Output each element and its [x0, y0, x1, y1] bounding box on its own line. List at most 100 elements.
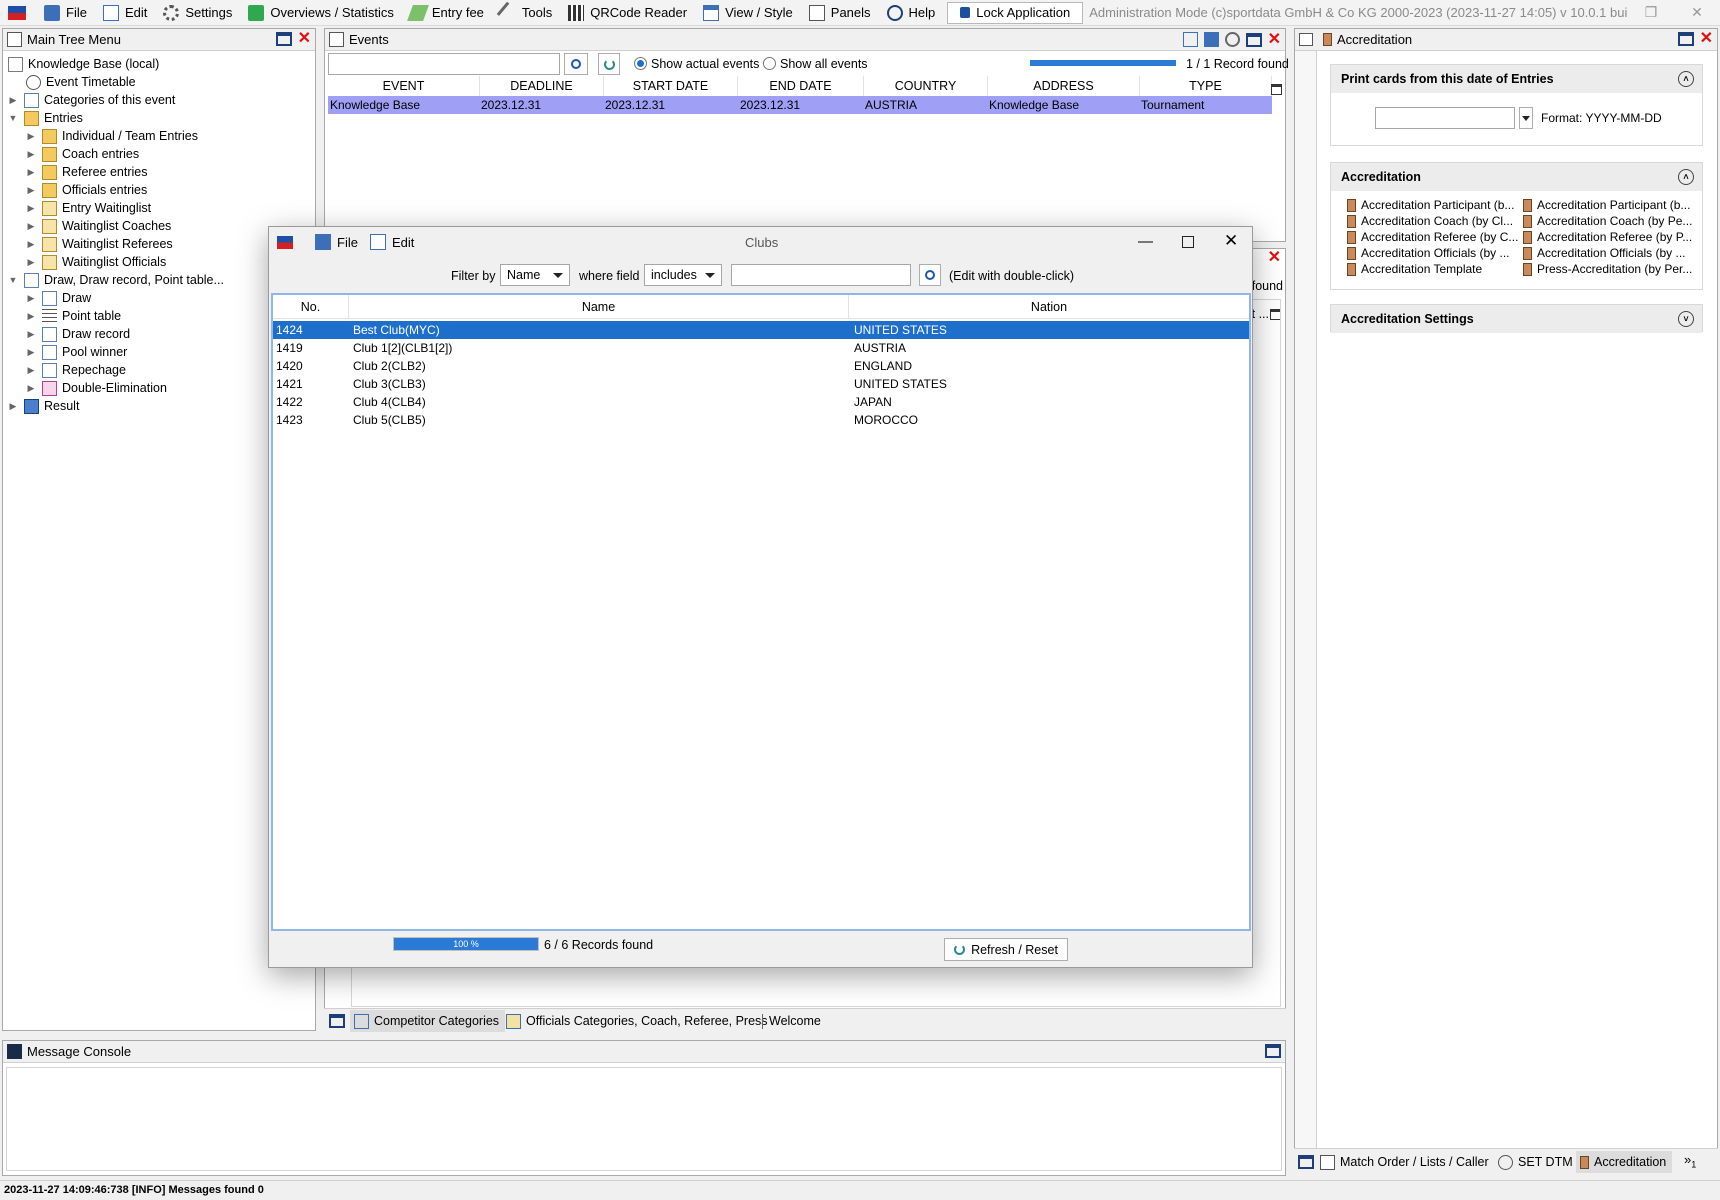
- maximize-panel-button[interactable]: [1245, 32, 1262, 47]
- tree-item-point-table[interactable]: ▶ Point table: [26, 307, 121, 325]
- tree-item-officials-entries[interactable]: ▶ Officials entries: [26, 181, 147, 199]
- tree-item-pool-winner[interactable]: ▶ Pool winner: [26, 343, 127, 361]
- col-end-date[interactable]: END DATE: [738, 76, 864, 96]
- menu-file[interactable]: File: [36, 1, 95, 25]
- acc-participant-by-person[interactable]: Accreditation Participant (b...: [1523, 198, 1690, 212]
- col-address[interactable]: ADDRESS: [988, 76, 1140, 96]
- tab-welcome[interactable]: Welcome: [762, 1010, 821, 1032]
- radio-all-events[interactable]: Show all events: [763, 57, 868, 71]
- col-name[interactable]: Name: [349, 295, 849, 319]
- expand-icon[interactable]: ▶: [26, 311, 36, 322]
- events-search-button[interactable]: [564, 53, 588, 75]
- expand-icon[interactable]: ▶: [8, 95, 18, 106]
- tab-accreditation[interactable]: Accreditation: [1576, 1151, 1673, 1173]
- tree-item-categories[interactable]: ▶ Categories of this event: [8, 91, 175, 109]
- menu-overviews[interactable]: Overviews / Statistics: [240, 1, 402, 25]
- expand-icon[interactable]: ▶: [26, 185, 36, 196]
- menu-tools[interactable]: Tools: [492, 1, 560, 25]
- filter-value-input[interactable]: [731, 264, 911, 286]
- print-date-input[interactable]: [1375, 107, 1515, 129]
- maximize-panel-button[interactable]: [275, 32, 292, 46]
- settings-circle-icon[interactable]: [1224, 32, 1240, 47]
- tree-item-event-timetable[interactable]: Event Timetable: [26, 73, 136, 91]
- menu-help[interactable]: Help: [879, 1, 944, 25]
- print-cards-header[interactable]: Print cards from this date of Entries ˄: [1331, 65, 1702, 93]
- expand-icon[interactable]: ▶: [8, 401, 18, 412]
- col-start-date[interactable]: START DATE: [604, 76, 738, 96]
- close-panel-button[interactable]: ✕: [1268, 31, 1281, 47]
- maximize-panel-button[interactable]: [329, 1014, 345, 1028]
- expand-icon[interactable]: ▶: [26, 221, 36, 232]
- accreditation-settings-header[interactable]: Accreditation Settings ˅: [1331, 305, 1702, 333]
- collapse-icon[interactable]: ▼: [8, 275, 18, 285]
- radio-actual-events[interactable]: Show actual events: [634, 57, 759, 71]
- events-refresh-button[interactable]: [598, 53, 620, 75]
- tree-item-knowledge-base[interactable]: Knowledge Base (local): [8, 55, 159, 73]
- col-nation[interactable]: Nation: [849, 295, 1249, 319]
- clubs-menu-edit[interactable]: Edit: [364, 230, 420, 254]
- tree-item-repechage[interactable]: ▶ Repechage: [26, 361, 126, 379]
- accreditation-section-header[interactable]: Accreditation ˄: [1331, 163, 1702, 191]
- tree-item-waitinglist-referees[interactable]: ▶ Waitinglist Referees: [26, 235, 173, 253]
- table-row[interactable]: Knowledge Base 2023.12.31 2023.12.31 202…: [328, 96, 1272, 114]
- tree-item-coach-entries[interactable]: ▶ Coach entries: [26, 145, 139, 163]
- acc-coach-by-person[interactable]: Accreditation Coach (by Pe...: [1523, 214, 1692, 228]
- press-accreditation-by-person[interactable]: Press-Accreditation (by Per...: [1523, 262, 1692, 276]
- tree-item-draw-group[interactable]: ▼ Draw, Draw record, Point table...: [8, 271, 224, 289]
- expand-chevron-icon[interactable]: ˅: [1678, 311, 1694, 327]
- tree-item-waitinglist-officials[interactable]: ▶ Waitinglist Officials: [26, 253, 166, 271]
- menu-edit[interactable]: Edit: [95, 1, 155, 25]
- menu-panels[interactable]: Panels: [801, 1, 879, 25]
- tree-item-entries[interactable]: ▼ Entries: [8, 109, 83, 127]
- table-row[interactable]: 1419 Club 1[2](CLB1[2]) AUSTRIA: [273, 339, 1249, 357]
- minimize-button[interactable]: —: [1138, 233, 1153, 250]
- clubs-menu-file[interactable]: File: [309, 230, 364, 254]
- table-row[interactable]: 1420 Club 2(CLB2) ENGLAND: [273, 357, 1249, 375]
- tree-item-entry-waitinglist[interactable]: ▶ Entry Waitinglist: [26, 199, 151, 217]
- maximize-panel-button[interactable]: [1265, 1044, 1281, 1058]
- expand-icon[interactable]: ▶: [26, 383, 36, 394]
- close-panel-button[interactable]: ✕: [1700, 31, 1713, 47]
- expand-icon[interactable]: ▶: [26, 257, 36, 268]
- lock-application-button[interactable]: Lock Application: [947, 1, 1084, 24]
- menu-view-style[interactable]: View / Style: [695, 1, 801, 25]
- where-operator-select[interactable]: includes: [644, 264, 722, 286]
- expand-icon[interactable]: ▶: [26, 167, 36, 178]
- folder-icon[interactable]: [1203, 32, 1219, 47]
- date-dropdown-button[interactable]: [1519, 107, 1533, 129]
- maximize-panel-button[interactable]: [1677, 32, 1694, 46]
- maximize-panel-button[interactable]: [1298, 1155, 1314, 1169]
- events-search-input[interactable]: [328, 53, 560, 75]
- tab-officials-categories[interactable]: Officials Categories, Coach, Referee, Pr…: [506, 1010, 768, 1032]
- acc-template[interactable]: Accreditation Template: [1347, 262, 1482, 276]
- restore-window-button[interactable]: ❐: [1628, 0, 1674, 26]
- col-deadline[interactable]: DEADLINE: [480, 76, 604, 96]
- menu-settings[interactable]: Settings: [155, 1, 240, 25]
- column-chooser-icon[interactable]: [1271, 84, 1282, 95]
- menu-entry-fee[interactable]: Entry fee: [402, 1, 492, 25]
- col-no[interactable]: No.: [273, 295, 349, 319]
- expand-icon[interactable]: ▶: [26, 131, 36, 142]
- close-dialog-button[interactable]: ✕: [1224, 231, 1238, 251]
- acc-referee-by-person[interactable]: Accreditation Referee (by P...: [1523, 230, 1692, 244]
- menu-qrcode[interactable]: QRCode Reader: [560, 1, 695, 25]
- tree-item-double-elimination[interactable]: ▶ Double-Elimination: [26, 379, 167, 397]
- expand-icon[interactable]: ▶: [26, 329, 36, 340]
- collapse-chevron-icon[interactable]: ˄: [1678, 169, 1694, 185]
- expand-icon[interactable]: ▶: [26, 239, 36, 250]
- tree-item-referee-entries[interactable]: ▶ Referee entries: [26, 163, 147, 181]
- tree-item-draw-record[interactable]: ▶ Draw record: [26, 325, 130, 343]
- tree-item-draw[interactable]: ▶ Draw: [26, 289, 91, 307]
- acc-participant-by-club[interactable]: Accreditation Participant (b...: [1347, 198, 1514, 212]
- acc-coach-by-club[interactable]: Accreditation Coach (by Cl...: [1347, 214, 1513, 228]
- acc-officials-by-person[interactable]: Accreditation Officials (by ...: [1523, 246, 1686, 260]
- acc-referee-by-club[interactable]: Accreditation Referee (by C...: [1347, 230, 1518, 244]
- close-window-button[interactable]: ✕: [1674, 0, 1720, 26]
- collapse-chevron-icon[interactable]: ˄: [1678, 71, 1694, 87]
- table-row[interactable]: 1421 Club 3(CLB3) UNITED STATES: [273, 375, 1249, 393]
- table-row[interactable]: 1424 Best Club(MYC) UNITED STATES: [273, 321, 1249, 339]
- col-country[interactable]: COUNTRY: [864, 76, 988, 96]
- export-icon[interactable]: [1182, 32, 1198, 47]
- col-event[interactable]: EVENT: [328, 76, 480, 96]
- expand-icon[interactable]: ▶: [26, 347, 36, 358]
